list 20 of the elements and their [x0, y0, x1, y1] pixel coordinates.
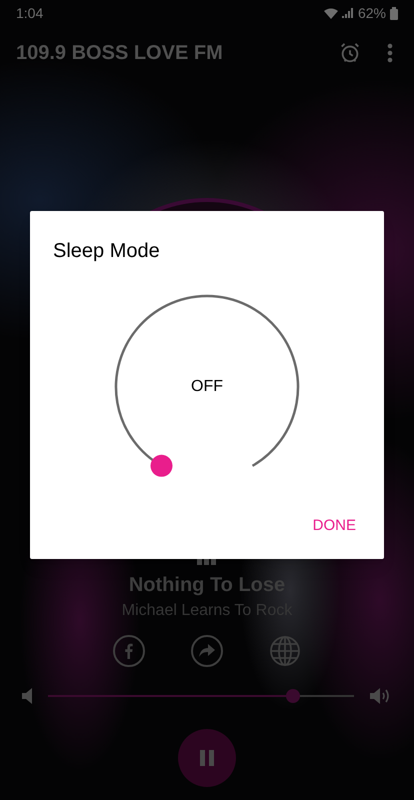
status-time: 1:04 — [16, 4, 44, 22]
station-title: 109.9 BOSS LOVE FM — [16, 41, 223, 66]
pause-icon — [200, 750, 214, 766]
share-icon — [199, 644, 215, 658]
wifi-icon — [324, 8, 338, 18]
battery-icon — [390, 6, 398, 20]
volume-high-icon — [370, 687, 392, 705]
dialog-title: Sleep Mode — [53, 239, 161, 264]
volume-low-icon — [22, 688, 32, 704]
signal-icon — [342, 8, 354, 18]
song-title: Nothing To Lose — [128, 573, 286, 597]
battery-percent: 62% — [358, 4, 386, 22]
globe-icon[interactable] — [269, 635, 301, 667]
dial-thumb[interactable] — [150, 454, 172, 477]
dial-reading: OFF — [191, 377, 223, 397]
share-button[interactable] — [191, 635, 223, 667]
done-button[interactable]: DONE — [304, 510, 364, 541]
facebook-button[interactable] — [113, 635, 145, 667]
facebook-icon — [124, 643, 134, 659]
volume-slider[interactable] — [48, 689, 354, 703]
